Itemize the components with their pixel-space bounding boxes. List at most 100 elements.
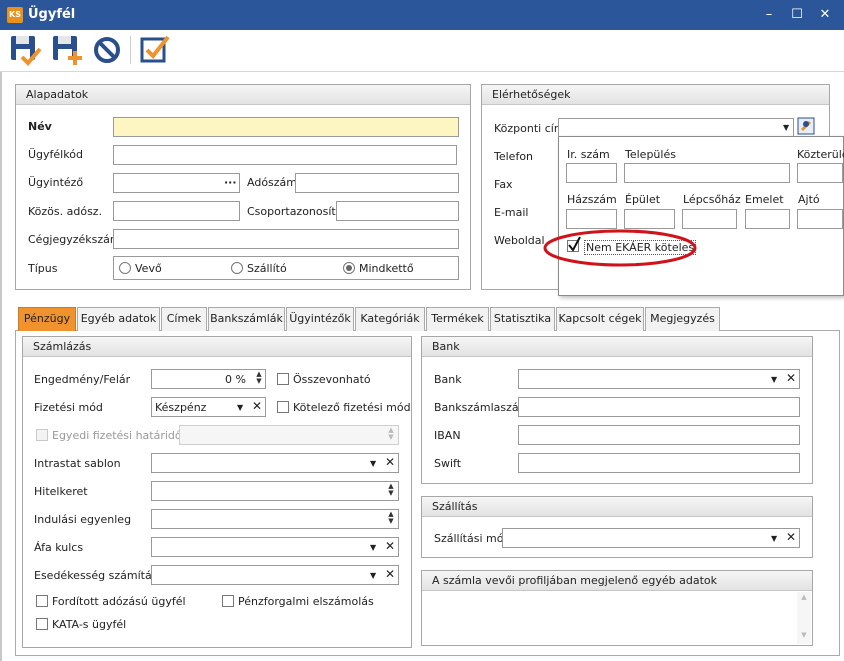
ajto-input[interactable] [797, 209, 843, 229]
esedekesseg-label: Esedékesség számítása [34, 569, 165, 582]
forditott-checkbox[interactable] [36, 595, 48, 607]
checklist-icon[interactable] [138, 33, 172, 67]
kotelezo-fizetesi-mod-label: Kötelező fizetési mód [293, 401, 411, 414]
tab-penzugy[interactable]: Pénzügy [18, 307, 76, 331]
indulasi-spinner[interactable]: ▲ ▼ [386, 511, 396, 525]
elerhetosegek-header: Elérhetőségek [482, 85, 829, 105]
esedekesseg-clear-icon[interactable]: ✕ [385, 567, 395, 581]
tab-kapcsolt-cegek[interactable]: Kapcsolt cégek [556, 307, 644, 331]
title-bar: KS Ügyfél – ☐ ✕ [0, 0, 844, 30]
radio-vevo-label: Vevő [135, 262, 162, 275]
ir-szam-input[interactable] [566, 163, 617, 183]
kozos-adosz-input[interactable] [113, 201, 240, 221]
lepcsohaz-label: Lépcsőház [683, 193, 741, 206]
swift-label: Swift [434, 457, 462, 470]
szallitasi-mod-clear-icon[interactable]: ✕ [786, 530, 796, 544]
szallitasi-mod-combo[interactable] [502, 528, 800, 548]
cegjegyzekszam-input[interactable] [113, 229, 459, 249]
minimize-button[interactable]: – [758, 5, 780, 25]
telepules-input[interactable] [624, 163, 790, 183]
bank-combo[interactable] [518, 369, 800, 389]
fizetesi-mod-label: Fizetési mód [34, 401, 103, 414]
afa-combo[interactable] [151, 537, 399, 557]
egyedi-hatarido-input[interactable] [179, 425, 399, 445]
kozterulet-label: Közterület [797, 148, 844, 161]
ugyfelkod-label: Ügyfélkód [28, 148, 83, 161]
forditott-label: Fordított adózású ügyfél [52, 595, 186, 608]
tab-kategoriak[interactable]: Kategóriák [355, 307, 425, 331]
radio-mindketto[interactable] [343, 262, 355, 274]
kozos-adosz-label: Közös. adósz. [28, 205, 103, 218]
ir-szam-label: Ir. szám [567, 148, 610, 161]
bank-clear-icon[interactable]: ✕ [786, 371, 796, 385]
kotelezo-fizetesi-mod-checkbox[interactable] [277, 401, 289, 413]
kozponti-cim-dropdown-icon[interactable]: ▼ [783, 123, 789, 132]
tab-egyeb-adatok[interactable]: Egyéb adatok [77, 307, 160, 331]
osszevonhato-label: Összevonható [293, 373, 371, 386]
iban-input[interactable] [518, 425, 800, 445]
intrastat-dropdown-icon[interactable]: ▼ [370, 459, 376, 468]
hazszam-input[interactable] [566, 209, 617, 229]
tab-bankszamlak[interactable]: Bankszámlák [208, 307, 285, 331]
hazszam-label: Házszám [567, 193, 617, 206]
cancel-icon[interactable] [90, 33, 124, 67]
egyedi-hatarido-checkbox[interactable] [36, 429, 48, 441]
szallitasi-mod-label: Szállítási mód [434, 532, 511, 545]
csoportazonosito-label: Csoportazonosító [247, 205, 343, 218]
lepcsohaz-input[interactable] [682, 209, 737, 229]
emelet-input[interactable] [745, 209, 790, 229]
intrastat-label: Intrastat sablon [34, 457, 121, 470]
fizetesi-mod-dropdown-icon[interactable]: ▼ [237, 403, 243, 412]
save-new-icon[interactable] [50, 33, 84, 67]
bank-dropdown-icon[interactable]: ▼ [771, 375, 777, 384]
esedekesseg-dropdown-icon[interactable]: ▼ [370, 571, 376, 580]
kozterulet-input[interactable] [797, 163, 843, 183]
engedmeny-input[interactable] [151, 369, 266, 389]
tab-ugyintezok[interactable]: Ügyintézők [286, 307, 354, 331]
hitelkeret-spinner[interactable]: ▲ ▼ [386, 483, 396, 497]
tab-megjegyzes[interactable]: Megjegyzés [645, 307, 720, 331]
engedmeny-spinner[interactable]: ▲ ▼ [254, 371, 264, 385]
radio-szallito-label: Szállító [247, 262, 287, 275]
save-icon[interactable] [8, 33, 42, 67]
tab-termekek[interactable]: Termékek [426, 307, 489, 331]
ajto-label: Ajtó [798, 193, 820, 206]
tab-cimek[interactable]: Címek [161, 307, 207, 331]
close-button[interactable]: ✕ [814, 5, 836, 25]
swift-input[interactable] [518, 453, 800, 473]
hitelkeret-input[interactable] [151, 481, 399, 501]
szallitas-group: Szállítás [421, 496, 813, 558]
egyeb-adatok-scrollbar[interactable]: ▲ ▼ [797, 592, 811, 644]
adoszam-input[interactable] [295, 173, 459, 193]
kata-label: KATA-s ügyfél [52, 618, 127, 631]
afa-dropdown-icon[interactable]: ▼ [370, 543, 376, 552]
szallitasi-mod-dropdown-icon[interactable]: ▼ [771, 534, 777, 543]
engedmeny-value: 0 % [225, 373, 246, 386]
nev-input[interactable] [113, 117, 459, 137]
fax-label: Fax [494, 178, 513, 191]
penzforgalmi-checkbox[interactable] [222, 595, 234, 607]
egyedi-hatarido-spinner[interactable]: ▲ ▼ [386, 427, 396, 441]
ugyintezo-browse-button[interactable]: ··· [224, 176, 237, 189]
egyeb-adatok-group: A számla vevői profiljában megjelenő egy… [421, 570, 813, 646]
intrastat-clear-icon[interactable]: ✕ [385, 455, 395, 469]
intrastat-combo[interactable] [151, 453, 399, 473]
ugyintezo-input[interactable] [113, 173, 240, 193]
epulet-input[interactable] [624, 209, 675, 229]
osszevonhato-checkbox[interactable] [277, 373, 289, 385]
radio-mindketto-label: Mindkettő [359, 262, 414, 275]
ugyfelkod-input[interactable] [113, 145, 457, 165]
bankszamlaszam-input[interactable] [518, 397, 800, 417]
esedekesseg-combo[interactable] [151, 565, 399, 585]
afa-clear-icon[interactable]: ✕ [385, 539, 395, 553]
radio-szallito[interactable] [231, 262, 243, 274]
kata-checkbox[interactable] [36, 618, 48, 630]
csoportazonosito-input[interactable] [336, 201, 459, 221]
fizetesi-mod-clear-icon[interactable]: ✕ [252, 399, 262, 413]
indulasi-input[interactable] [151, 509, 399, 529]
radio-vevo[interactable] [119, 262, 131, 274]
map-pin-icon[interactable] [797, 117, 815, 135]
maximize-button[interactable]: ☐ [786, 5, 808, 25]
tab-statisztika[interactable]: Statisztika [490, 307, 555, 331]
kozponti-cim-combo[interactable] [558, 118, 794, 138]
